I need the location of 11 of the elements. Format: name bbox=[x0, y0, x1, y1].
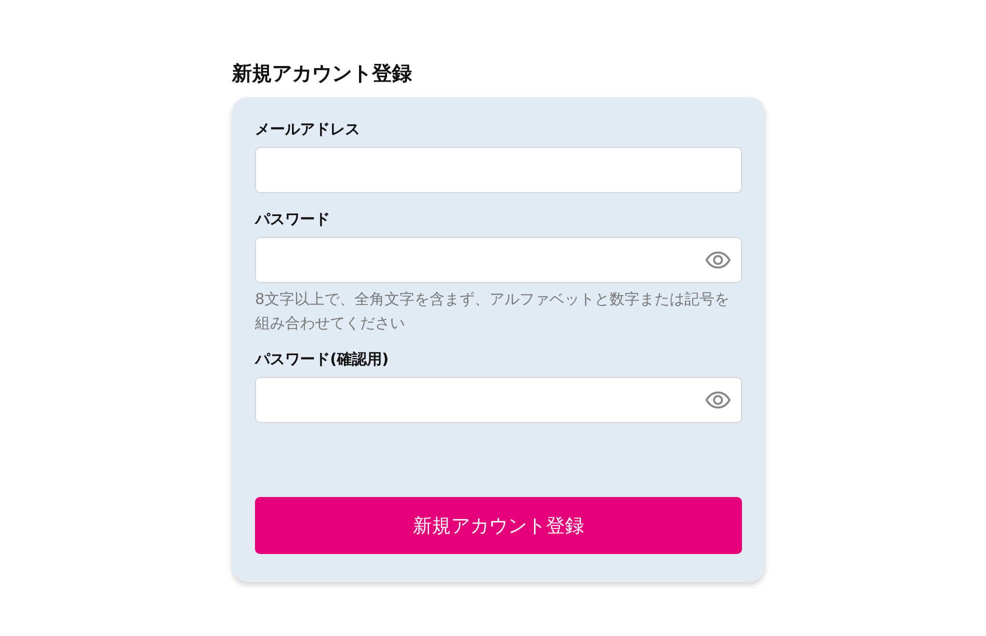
register-button[interactable]: 新規アカウント登録 bbox=[255, 497, 742, 554]
eye-icon[interactable] bbox=[705, 391, 731, 409]
input-field[interactable] bbox=[255, 147, 742, 193]
field-label: パスワード(確認用) bbox=[255, 350, 389, 369]
page-title: 新規アカウント登録 bbox=[232, 60, 413, 87]
input-field[interactable] bbox=[255, 377, 742, 423]
input-field[interactable] bbox=[255, 237, 742, 283]
hint-text: 8文字以上で、全角文字を含まず、アルファベットと数字または記号を組み合わせてください bbox=[255, 289, 731, 334]
field-label: パスワード bbox=[255, 210, 330, 229]
field-label: メールアドレス bbox=[255, 120, 360, 139]
eye-icon[interactable] bbox=[705, 251, 731, 269]
